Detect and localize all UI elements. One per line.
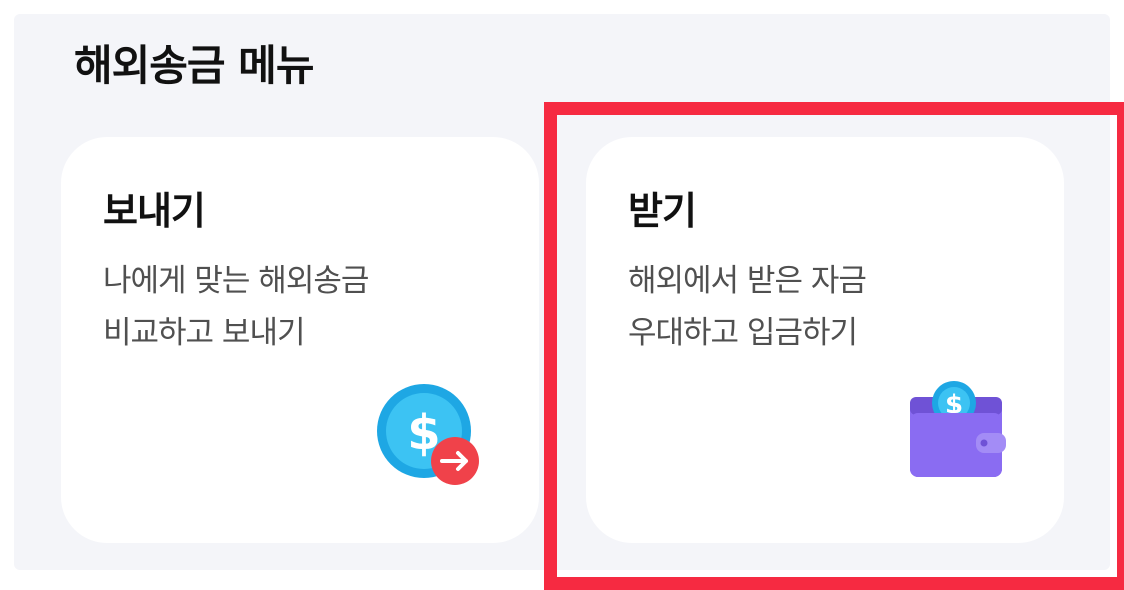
wallet-coin-icon: $	[904, 377, 1014, 487]
send-card-desc-line2: 비교하고 보내기	[103, 315, 306, 351]
send-card[interactable]: 보내기 나에게 맞는 해외송금 비교하고 보내기 $	[61, 137, 539, 543]
send-card-title: 보내기	[103, 189, 206, 233]
receive-card-description: 해외에서 받은 자금 우대하고 입금하기	[628, 255, 867, 359]
send-card-desc-line1: 나에게 맞는 해외송금	[103, 263, 369, 299]
receive-card-title: 받기	[628, 189, 697, 233]
send-card-description: 나에게 맞는 해외송금 비교하고 보내기	[103, 255, 369, 359]
menu-title: 해외송금 메뉴	[74, 41, 314, 90]
receive-card[interactable]: 받기 해외에서 받은 자금 우대하고 입금하기 $	[586, 137, 1064, 543]
receive-card-desc-line1: 해외에서 받은 자금	[628, 263, 867, 299]
receive-card-desc-line2: 우대하고 입금하기	[628, 315, 858, 351]
dollar-coin-arrow-icon: $	[374, 381, 484, 491]
